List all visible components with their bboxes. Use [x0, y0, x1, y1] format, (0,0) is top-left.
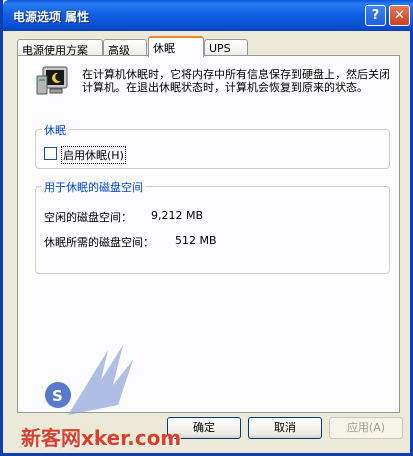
- hibernate-panel: 在计算机休眠时，它将内存中所有信息保存到硬盘上，然后关闭计算机。在退出休眠状态时…: [17, 55, 400, 413]
- hibernate-group-title: 休眠: [42, 122, 68, 138]
- help-icon: ?: [371, 8, 380, 23]
- close-icon: ✕: [394, 8, 405, 23]
- disk-space-group: 用于休眠的磁盘空间 空闲的磁盘空间： 9,212 MB 休眠所需的磁盘空间： 5…: [35, 179, 390, 274]
- watermark-text: 新客网xker.com: [21, 426, 182, 450]
- tab-label: 休眠: [153, 42, 175, 55]
- enable-hibernate-label[interactable]: 启用休眠(H): [61, 146, 126, 164]
- tab-power-schemes[interactable]: 电源使用方案: [17, 39, 103, 57]
- required-space-value: 512 MB: [175, 234, 217, 247]
- close-button[interactable]: ✕: [389, 5, 410, 26]
- ok-button-label: 确定: [193, 421, 215, 434]
- enable-hibernate-checkbox[interactable]: [44, 147, 57, 160]
- title-bar[interactable]: 电源选项 属性 ? ✕: [3, 0, 413, 31]
- apply-button-label: 应用(A): [346, 421, 386, 434]
- free-space-label: 空闲的磁盘空间：: [44, 211, 132, 224]
- tab-label: UPS: [209, 42, 231, 55]
- window-title: 电源选项 属性: [13, 10, 90, 24]
- hibernate-monitor-icon: [36, 66, 68, 95]
- cancel-button-label: 取消: [274, 421, 296, 434]
- power-options-window: 电源选项 属性 ? ✕ 电源使用方案 高级 休眠 UPS 在计算机休眠时，它将内…: [0, 0, 413, 456]
- tab-hibernate[interactable]: 休眠: [148, 36, 204, 57]
- tab-advanced[interactable]: 高级: [103, 39, 147, 57]
- hibernate-description: 在计算机休眠时，它将内存中所有信息保存到硬盘上，然后关闭计算机。在退出休眠状态时…: [82, 68, 390, 94]
- help-button[interactable]: ?: [365, 5, 386, 26]
- required-space-label: 休眠所需的磁盘空间：: [44, 236, 154, 249]
- ok-button[interactable]: 确定: [167, 417, 241, 439]
- hibernate-group: 休眠 启用休眠(H): [35, 122, 390, 169]
- disk-space-group-title: 用于休眠的磁盘空间: [42, 179, 145, 195]
- apply-button[interactable]: 应用(A): [329, 417, 403, 439]
- cancel-button[interactable]: 取消: [248, 417, 322, 439]
- tab-ups[interactable]: UPS: [204, 39, 248, 56]
- free-space-value: 9,212 MB: [151, 209, 204, 222]
